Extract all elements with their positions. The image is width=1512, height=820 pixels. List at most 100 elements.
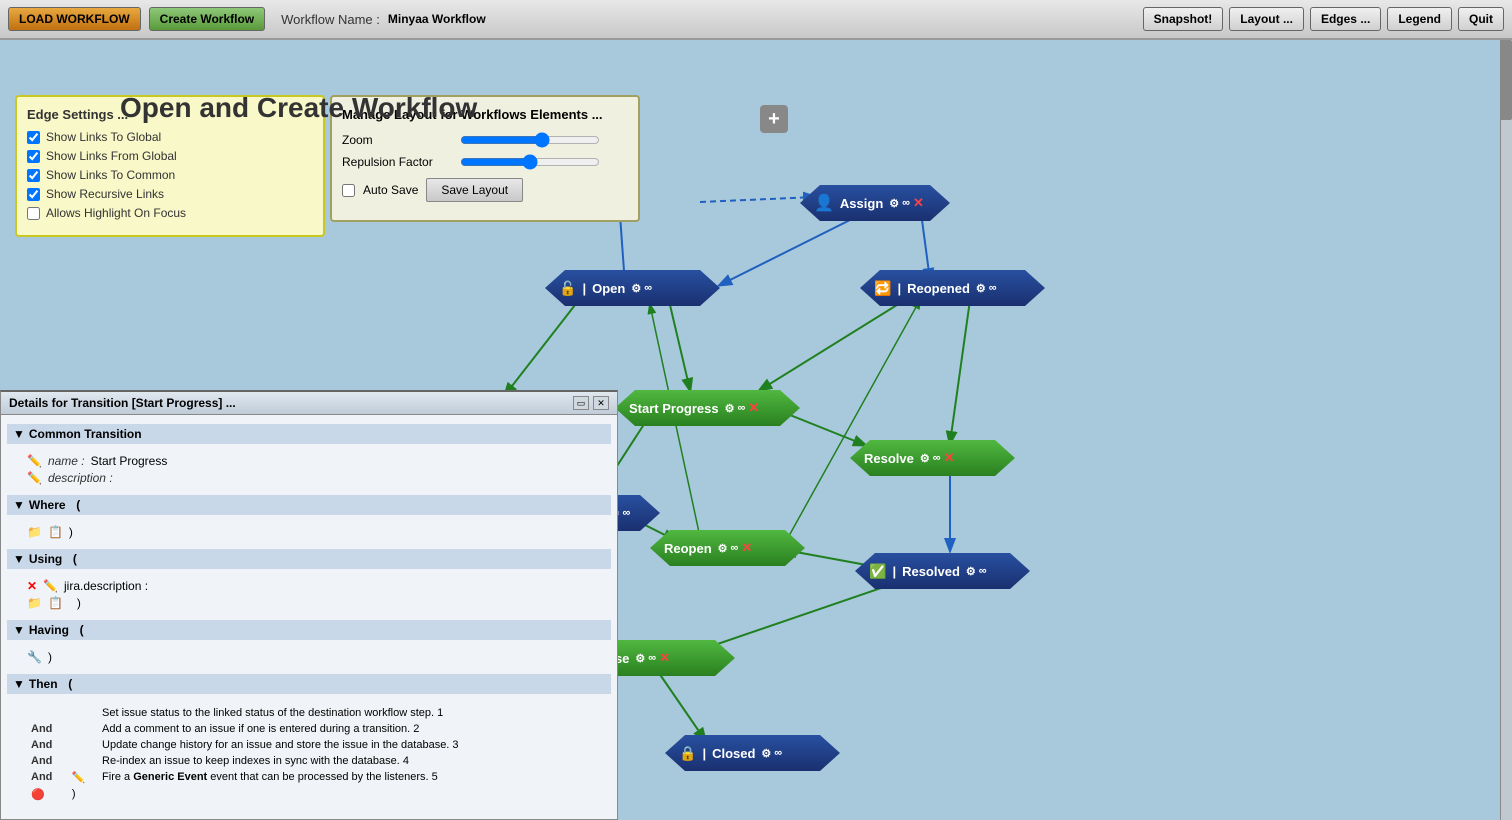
using-value-row: ✕ ✏️ jira.description : <box>27 579 605 593</box>
using-section[interactable]: ▼ Using ( <box>7 549 611 569</box>
checkbox-show-to-common[interactable]: Show Links To Common <box>27 168 313 182</box>
autosave-checkbox[interactable] <box>342 184 355 197</box>
node-resolved-link-icon[interactable]: ∞ <box>979 565 987 577</box>
show-to-common-checkbox[interactable] <box>27 169 40 182</box>
node-closed-icon: 🔒 <box>679 745 696 762</box>
node-reopen-gear-icon[interactable]: ⚙ <box>718 542 728 555</box>
where-collapse-icon: ▼ <box>13 498 25 512</box>
where-edit-icon[interactable]: 📋 <box>48 525 63 539</box>
show-recursive-label: Show Recursive Links <box>46 187 164 201</box>
node-reopened-link-icon[interactable]: ∞ <box>989 282 997 294</box>
node-reopen-link-icon[interactable]: ∞ <box>731 542 739 554</box>
save-layout-button[interactable]: Save Layout <box>426 178 523 202</box>
node-resolved[interactable]: ✅ | Resolved ⚙ ∞ <box>855 553 1030 589</box>
node-assign-icons: ⚙ ∞ ✕ <box>889 195 924 211</box>
node-assign-link-icon[interactable]: ∞ <box>902 197 910 209</box>
quit-button[interactable]: Quit <box>1458 7 1504 31</box>
node-assign-delete-icon[interactable]: ✕ <box>913 195 924 211</box>
node-start-progress[interactable]: Start Progress ⚙ ∞ ✕ <box>615 390 800 426</box>
where-section[interactable]: ▼ Where ( <box>7 495 611 515</box>
node-close-link-icon[interactable]: ∞ <box>648 652 656 664</box>
show-recursive-checkbox[interactable] <box>27 188 40 201</box>
details-content: ▼ Common Transition ✏️ name : Start Prog… <box>1 415 617 816</box>
node-closed-link-icon[interactable]: ∞ <box>774 747 782 759</box>
node-open-link-icon[interactable]: ∞ <box>644 282 652 294</box>
snapshot-button[interactable]: Snapshot! <box>1143 7 1224 31</box>
node-resolve-delete-icon[interactable]: ✕ <box>944 450 955 466</box>
node-closed-gear-icon[interactable]: ⚙ <box>761 747 771 760</box>
node-assign-gear-icon[interactable]: ⚙ <box>889 197 899 210</box>
then-row-2-icon <box>68 721 98 737</box>
node-resolved-gear-icon[interactable]: ⚙ <box>966 565 976 578</box>
repulsion-slider[interactable] <box>460 154 600 170</box>
node-assign[interactable]: 👤 Assign ⚙ ∞ ✕ <box>800 185 950 221</box>
having-content: 🔧 ) <box>7 643 611 671</box>
node-reopened-label: Reopened <box>907 281 970 296</box>
having-paren: ( <box>73 623 84 637</box>
then-row-close-empty <box>98 786 605 803</box>
having-tool-icon[interactable]: 🔧 <box>27 650 42 664</box>
then-row-5-pencil-icon[interactable]: ✏️ <box>68 769 98 786</box>
node-reopen-delete-icon[interactable]: ✕ <box>741 540 752 556</box>
edges-button[interactable]: Edges ... <box>1310 7 1381 31</box>
close-details-button[interactable]: ✕ <box>593 396 609 410</box>
node-resolve-link-icon[interactable]: ∞ <box>933 452 941 464</box>
node-start-delete-icon[interactable]: ✕ <box>748 400 759 416</box>
where-content: 📁 📋 ) <box>7 518 611 546</box>
node-resolve-gear-icon[interactable]: ⚙ <box>920 452 930 465</box>
using-edit-icon[interactable]: 📋 <box>48 596 63 610</box>
node-closed[interactable]: 🔒 | Closed ⚙ ∞ <box>665 735 840 771</box>
scrollbar-thumb[interactable] <box>1500 40 1512 120</box>
node-close-delete-icon[interactable]: ✕ <box>659 650 670 666</box>
then-row-4-icon <box>68 753 98 769</box>
then-row-3-icon <box>68 737 98 753</box>
checkbox-allow-highlight[interactable]: Allows Highlight On Focus <box>27 206 313 220</box>
node-open[interactable]: 🔓 | Open ⚙ ∞ <box>545 270 720 306</box>
node-reopened-gear-icon[interactable]: ⚙ <box>976 282 986 295</box>
checkbox-show-to-global[interactable]: Show Links To Global <box>27 130 313 144</box>
then-row-2: And Add a comment to an issue if one is … <box>27 721 605 737</box>
pencil-icon-name: ✏️ <box>27 454 42 468</box>
then-row-5-prefix: And <box>27 769 68 786</box>
then-row-5: And ✏️ Fire a Generic Event event that c… <box>27 769 605 786</box>
having-section[interactable]: ▼ Having ( <box>7 620 611 640</box>
node-assign-person-icon: 👤 <box>814 193 834 213</box>
node-resolve[interactable]: Resolve ⚙ ∞ ✕ <box>850 440 1015 476</box>
scrollbar-right[interactable] <box>1500 40 1512 820</box>
legend-button[interactable]: Legend <box>1387 7 1452 31</box>
node-close-gear-icon[interactable]: ⚙ <box>635 652 645 665</box>
zoom-slider[interactable] <box>460 132 600 148</box>
zoom-row: Zoom <box>342 132 628 148</box>
common-transition-section[interactable]: ▼ Common Transition <box>7 424 611 444</box>
then-row-1: Set issue status to the linked status of… <box>27 705 605 721</box>
where-icons-row: 📁 📋 ) <box>27 525 605 539</box>
layout-button[interactable]: Layout ... <box>1229 7 1304 31</box>
create-workflow-button[interactable]: Create Workflow <box>149 7 265 31</box>
node-reopened[interactable]: 🔁 | Reopened ⚙ ∞ <box>860 270 1045 306</box>
collapse-icon: ▼ <box>13 427 25 441</box>
zoom-label: Zoom <box>342 133 452 147</box>
where-add-icon[interactable]: 📁 <box>27 525 42 539</box>
node-in-progress-link-icon[interactable]: ∞ <box>622 507 630 519</box>
load-workflow-button[interactable]: LOAD WORKFLOW <box>8 7 141 31</box>
allow-highlight-checkbox[interactable] <box>27 207 40 220</box>
node-reopen[interactable]: Reopen ⚙ ∞ ✕ <box>650 530 805 566</box>
then-row-3-text: Update change history for an issue and s… <box>98 737 605 753</box>
node-open-gear-icon[interactable]: ⚙ <box>631 282 641 295</box>
node-start-link-icon[interactable]: ∞ <box>737 402 745 414</box>
add-node-button[interactable]: + <box>760 105 788 133</box>
checkbox-show-recursive[interactable]: Show Recursive Links <box>27 187 313 201</box>
show-from-global-checkbox[interactable] <box>27 150 40 163</box>
node-reopened-icon: 🔁 <box>874 280 891 297</box>
then-row-close-icon[interactable]: 🔴 <box>27 786 68 803</box>
then-row-3: And Update change history for an issue a… <box>27 737 605 753</box>
then-section[interactable]: ▼ Then ( <box>7 674 611 694</box>
using-x-icon[interactable]: ✕ <box>27 579 37 593</box>
minimize-button[interactable]: ▭ <box>573 396 589 410</box>
node-start-gear-icon[interactable]: ⚙ <box>725 402 735 415</box>
details-panel-title: Details for Transition [Start Progress] … <box>9 396 236 410</box>
using-add-icon[interactable]: 📁 <box>27 596 42 610</box>
checkbox-show-from-global[interactable]: Show Links From Global <box>27 149 313 163</box>
show-to-global-checkbox[interactable] <box>27 131 40 144</box>
using-content: ✕ ✏️ jira.description : 📁 📋 ) <box>7 572 611 617</box>
